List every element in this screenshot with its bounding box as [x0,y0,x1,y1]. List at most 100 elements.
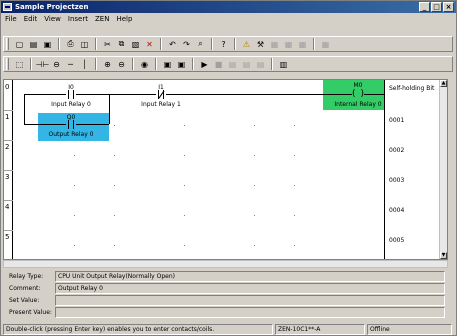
coil-icon[interactable] [352,89,364,100]
paste-icon[interactable]: ▧ [129,38,142,50]
branch-wire [24,94,25,124]
menu-help[interactable]: Help [116,13,132,25]
row-divider [4,200,13,201]
zoom-in-icon[interactable]: ⊕ [101,58,114,70]
row-number-column: 0 1 2 3 4 5 [4,80,13,259]
set-value-field[interactable] [55,294,445,306]
status-model: ZEN-10C1**-A [275,324,365,335]
contact-no-icon[interactable] [66,120,76,129]
save-icon[interactable]: ▣ [41,38,54,50]
find-icon[interactable]: ⌕ [194,38,207,50]
new-icon[interactable]: ▢ [13,38,26,50]
coil-icon[interactable]: ⊖ [50,58,63,70]
delete-icon[interactable]: ✕ [143,38,156,50]
window-title: Sample Projectzen [15,3,89,11]
panel-icon[interactable]: ▤ [254,58,267,70]
scroll-up-icon[interactable]: ▲ [440,80,447,87]
line-icon[interactable]: ─ [64,58,77,70]
branch-wire [109,94,110,124]
row-number: 2 [5,143,10,151]
coil-label: Internal Relay 0 [334,101,382,108]
open-icon[interactable]: ▤ [27,38,40,50]
comment-header: Self-holding Bit [389,85,435,92]
application-window: Sample Projectzen _ □ × File Edit View I… [0,0,457,336]
status-mode: Offline [367,324,452,335]
toolbar-separator [155,58,157,70]
step-number: 0003 [389,177,405,184]
grid-icon[interactable]: ▦ [296,38,309,50]
print-icon[interactable]: ⎙ [64,38,77,50]
menu-file[interactable]: File [5,13,17,25]
contact-nc-icon[interactable] [156,90,166,99]
comment-label: Comment: [9,284,41,292]
window-controls: _ □ × [419,2,454,12]
zoom-out-icon[interactable]: ⊖ [115,58,128,70]
relay-type-field: CPU Unit Output Relay(Normally Open) [55,270,445,282]
grid-icon[interactable]: ▦ [268,38,281,50]
copy-icon[interactable]: ⧉ [115,38,128,50]
run-icon[interactable]: ▶ [198,58,211,70]
menu-zen[interactable]: ZEN [95,13,109,25]
view-icon[interactable]: ▣ [161,58,174,70]
properties-pane: Relay Type: CPU Unit Output Relay(Normal… [3,270,453,322]
scroll-down-icon[interactable]: ▼ [440,252,447,259]
panel-icon[interactable]: ▤ [240,58,253,70]
toolbar-separator [192,58,194,70]
print-preview-icon[interactable]: ◫ [78,38,91,50]
toolbar-separator [211,38,213,50]
present-value-field [55,306,445,318]
panel-icon[interactable]: ▤ [226,58,239,70]
toolbar-separator [132,58,134,70]
grid-icon[interactable]: ▦ [282,38,295,50]
row-number: 1 [5,113,10,121]
undo-icon[interactable]: ↶ [166,38,179,50]
toolbar-separator [271,58,273,70]
relay-type-label: Relay Type: [9,272,44,280]
toolbar-grip[interactable] [6,58,9,70]
status-bar: Double-click (pressing Enter key) enable… [1,324,456,336]
contact-icon[interactable]: ⊣⊢ [36,58,50,70]
toolbar-separator [95,38,97,50]
row-divider [4,230,13,231]
row-divider [4,110,13,111]
ladder-grid[interactable]: I0 Input Relay 0 I1 Input Relay 1 Q0 Out… [14,80,392,259]
grid-icon[interactable]: ▦ [319,38,332,50]
contact-label: Input Relay 1 [141,101,181,108]
contact-label: Input Relay 0 [51,101,91,108]
contact-label: Output Relay 0 [48,131,94,138]
cut-icon[interactable]: ✂ [101,38,114,50]
chart-icon[interactable]: ▥ [277,58,290,70]
ladder-toolbar: ⬚ ⊣⊢ ⊖ ─ │ ⊕ ⊖ ◉ ▣ ▣ ▶ ■ ▤ ▤ ▤ ▥ [3,56,453,72]
select-icon[interactable]: ⬚ [13,58,26,70]
set-value-label: Set Value: [9,296,40,304]
toolbar-separator [30,58,32,70]
help-icon[interactable]: ? [217,38,230,50]
stop-icon[interactable]: ■ [212,58,225,70]
ladder-editor[interactable]: 0 1 2 3 4 5 I0 Input Relay 0 I1 Input Re… [3,79,448,260]
toolbar-separator [234,38,236,50]
row-number: 3 [5,173,10,181]
vertical-scrollbar[interactable]: ▲ ▼ [439,80,447,259]
toolbar-grip[interactable] [6,38,9,50]
menu-insert[interactable]: Insert [68,13,88,25]
row-number: 5 [5,233,10,241]
redo-icon[interactable]: ↷ [180,38,193,50]
close-button[interactable]: × [443,2,454,12]
maximize-button[interactable]: □ [431,2,442,12]
monitor-icon[interactable]: ◉ [138,58,151,70]
menu-edit[interactable]: Edit [24,13,38,25]
coil-address: M0 [353,82,363,89]
comment-field[interactable]: Output Relay 0 [55,282,445,294]
menu-view[interactable]: View [44,13,61,25]
horizontal-scrollbar[interactable] [3,260,448,268]
minimize-button[interactable]: _ [419,2,430,12]
tool-icon[interactable]: ⚒ [254,38,267,50]
warning-icon[interactable]: ⚠ [240,38,253,50]
contact-no-icon[interactable] [66,90,76,99]
view-icon[interactable]: ▣ [175,58,188,70]
line-icon[interactable]: │ [78,58,91,70]
status-hint: Double-click (pressing Enter key) enable… [3,324,273,335]
toolbar-separator [313,38,315,50]
step-number: 0005 [389,237,405,244]
toolbar-separator [160,38,162,50]
